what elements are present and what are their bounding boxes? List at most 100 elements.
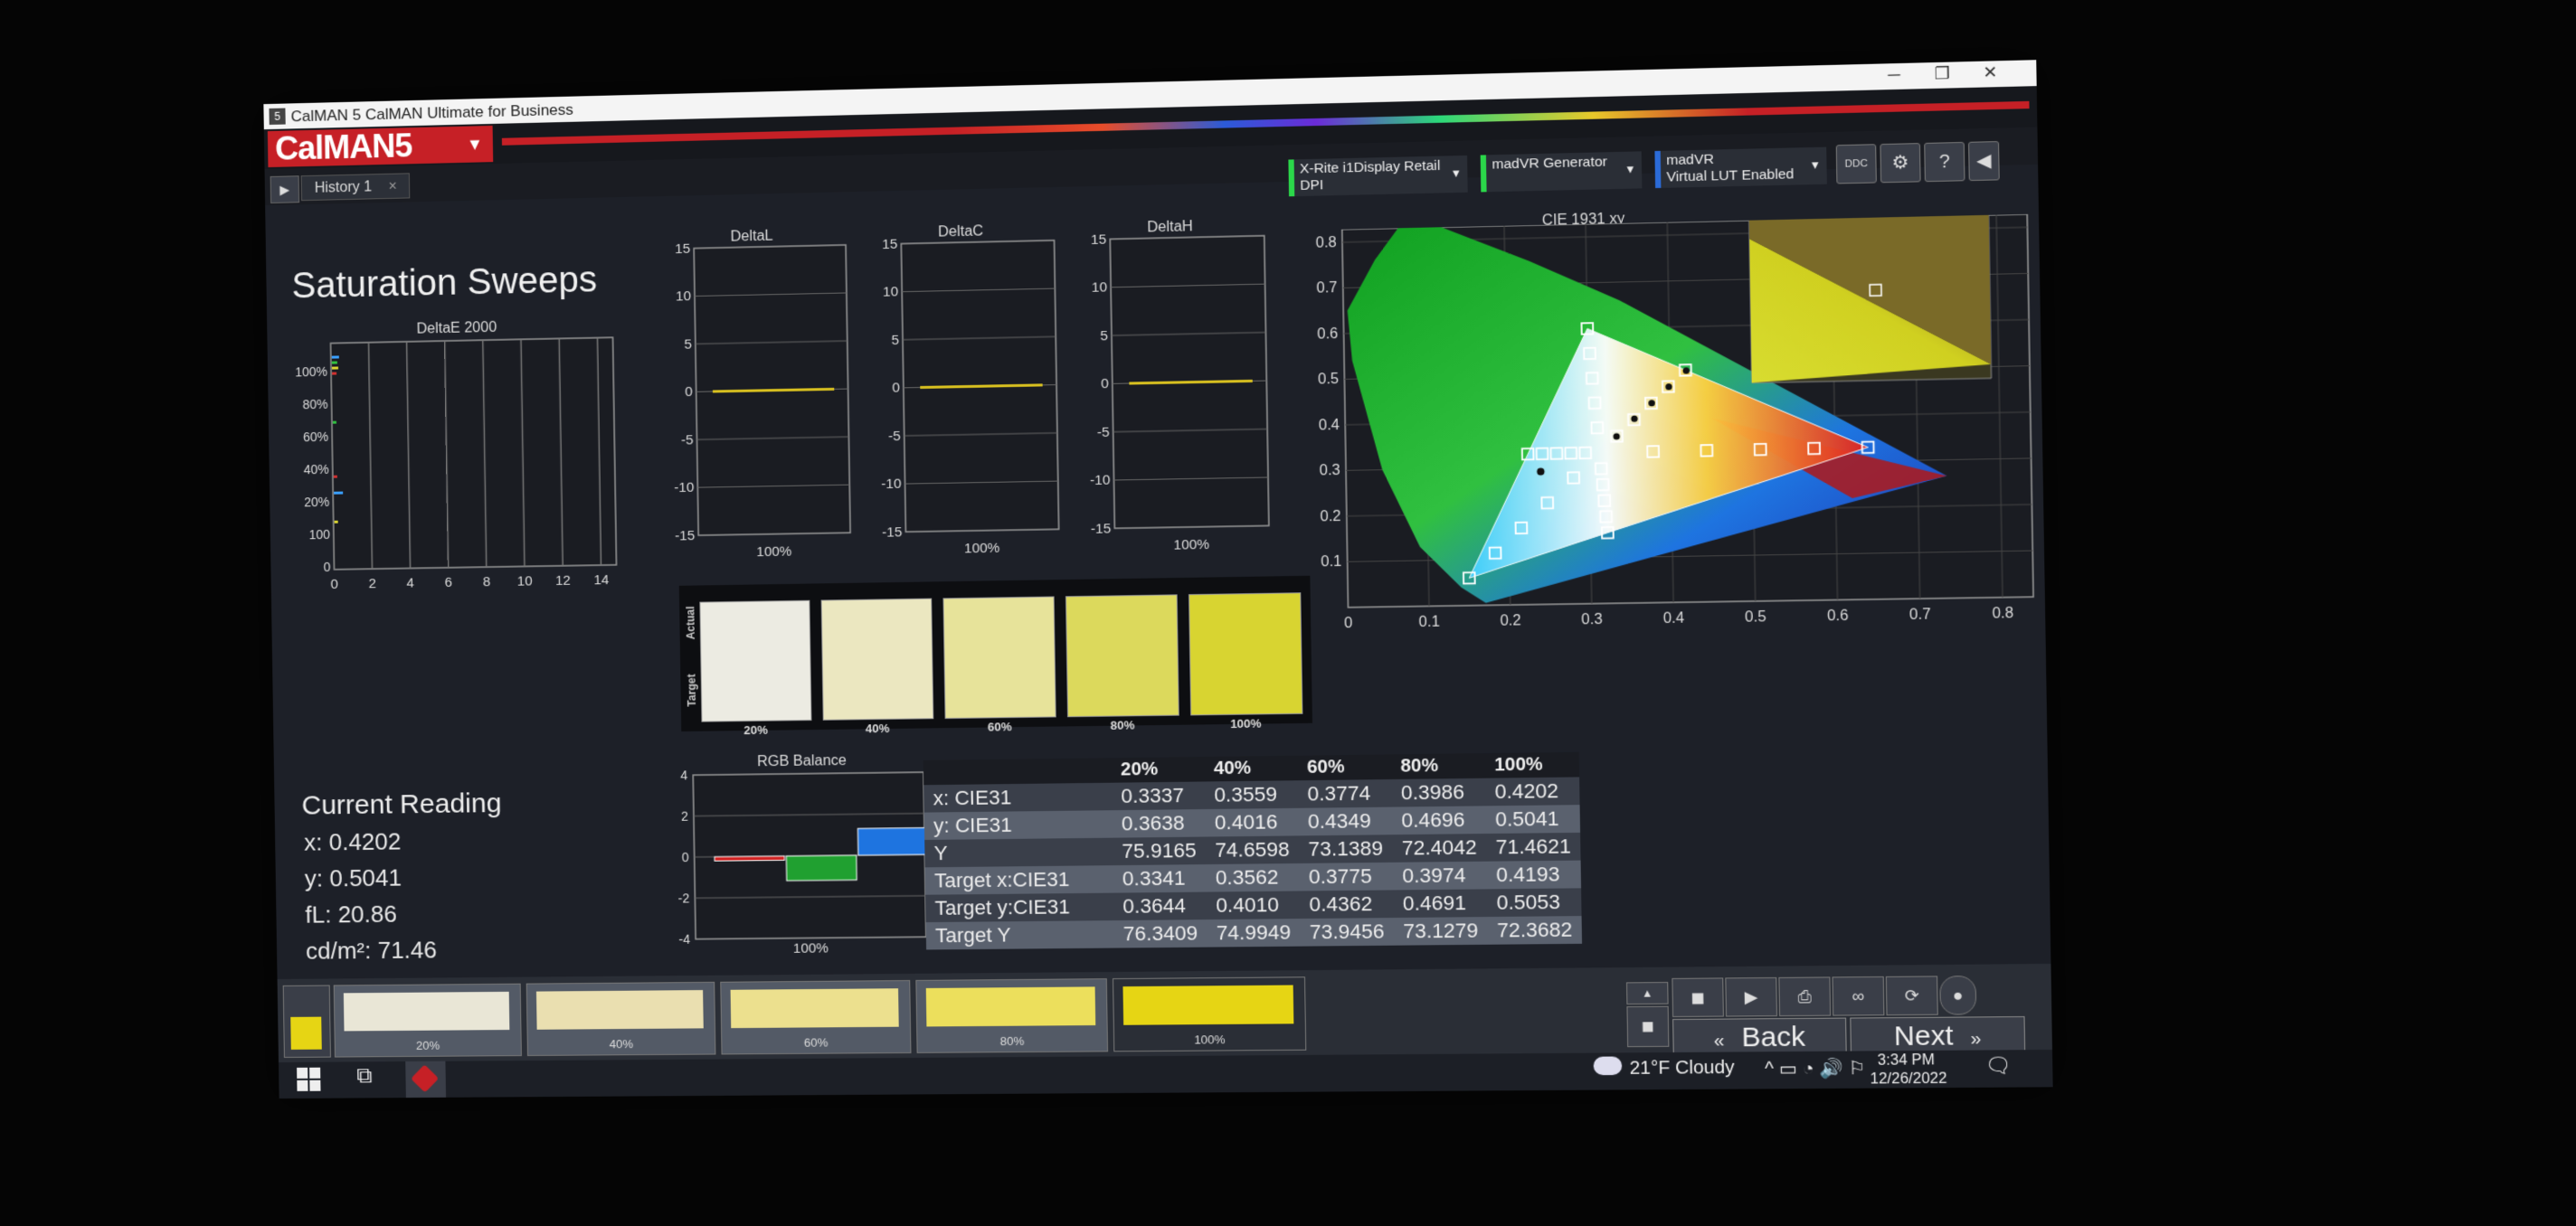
table-cell: 0.4202 [1484,777,1580,806]
table-cell: 0.3986 [1391,778,1486,807]
table-cell: 0.4016 [1205,807,1299,837]
close-button[interactable]: ✕ [1969,62,2012,86]
delta-y-tick: 15 [882,237,897,253]
cie-y-tick: 0.8 [1316,235,1337,251]
notifications-icon[interactable]: 🗨 [1985,1053,2012,1078]
swatch-label: 60% [803,1035,829,1050]
delta-chart-deltac: 15 10 5 0 -5 -10 -15 100% [881,237,1065,556]
continuous-read-icon[interactable]: ∞ [1832,976,1885,1016]
task-view-icon[interactable]: ⧉ [356,1063,373,1089]
delta-y-tick: 10 [883,285,898,301]
double-left-icon: « [1713,1030,1725,1052]
record-icon[interactable]: ● [1939,976,1977,1015]
logo-text: CalMAN5 [274,127,412,167]
table-body: x: CIE31 0.3337 0.3559 0.3774 0.3986 0.4202 y:… [923,777,1583,950]
delta-y-tick: -10 [1090,473,1111,489]
tab-close-icon[interactable]: × [388,179,397,194]
table-cell: 0.4193 [1486,860,1582,890]
deltae-x-tick: 8 [483,574,491,589]
table-cell: 0.3562 [1206,863,1300,892]
stop-icon[interactable]: ■ [1626,1005,1670,1048]
deltae-plot-area [331,337,617,570]
swatch-20%[interactable]: 20% [333,983,522,1058]
swatch-40%[interactable]: 40% [526,981,716,1057]
swatch-80%[interactable]: 80% [915,978,1109,1053]
patch-label: 80% [1110,718,1135,732]
table-cell: 0.3341 [1113,864,1207,893]
row-label: Y [924,837,1113,868]
table-cell: 71.4621 [1485,832,1581,862]
tab-history-1[interactable]: History 1 × [300,173,411,202]
swatch-60%[interactable]: 60% [720,979,912,1055]
deltae-x-labels: 0 2 4 6 8 10 12 14 [330,572,609,592]
color-patch [1189,592,1303,716]
table-cell: 72.3682 [1487,916,1583,945]
target-label: Target [685,674,699,707]
current-y: y: 0.5041 [304,863,402,892]
table-cell: 0.5041 [1485,805,1581,835]
table-cell: 0.3638 [1112,808,1206,838]
help-icon[interactable]: ? [1924,141,1965,183]
rgb-y-tick: 2 [681,809,688,824]
play-icon[interactable]: ▶ [270,175,300,203]
deltae-y-tick: 0 [324,560,331,574]
table-header-cell: 20% [1111,757,1205,783]
meter-selector[interactable]: X-Rite i1Display Retail DPI ▼ [1288,155,1468,197]
swatch-color [1122,985,1294,1025]
up-arrow-icon[interactable]: ▲ [1626,982,1669,1005]
windows-start-icon[interactable] [297,1067,321,1091]
calman-logo-menu[interactable]: CalMAN5 ▼ [267,125,494,168]
current-color-chip [290,1016,322,1050]
table-cell: 73.1279 [1393,917,1488,946]
delta-charts-row: DeltaL 15 10 5 0 -5 -10 -15 100% DeltaC 15 10 5 0 -5 -1… [666,217,1302,586]
table-cell: 0.4010 [1206,891,1301,920]
swatch-color [925,986,1096,1027]
current-color-swatch[interactable] [282,985,331,1058]
delta-y-tick: -10 [674,480,694,496]
cie-x-tick: 0.3 [1581,612,1603,628]
cie-x-tick: 0 [1344,616,1353,631]
cie-chart: 0 0.1 0.2 0.3 0.4 0.5 0.6 0.7 0.8 0.80.70.60.50.… [1316,213,2053,631]
tab-label: History 1 [314,179,373,196]
table-cell: 0.4696 [1391,806,1486,835]
cie-y-tick: 0.6 [1317,326,1338,343]
maximize-button[interactable]: ❐ [1921,63,1964,87]
play-measure-icon[interactable]: ▶ [1725,976,1777,1017]
delta-y-tick: 5 [891,333,899,348]
page-title: Saturation Sweeps [291,259,598,306]
system-tray-icons[interactable]: ^ ▭ ◔ 🔊 ⚐ [1765,1057,1866,1080]
table-header-cell: 60% [1297,754,1392,781]
delta-y-tick: -5 [1097,425,1110,441]
clock-time[interactable]: 3:34 PM [1878,1052,1935,1070]
deltae-x-tick: 12 [555,573,571,589]
actual-label: Actual [684,606,698,640]
current-cdm2: cd/m²: 71.46 [305,936,438,965]
swatch-100%[interactable]: 100% [1112,976,1307,1052]
weather-text[interactable]: 21°F Cloudy [1629,1058,1734,1080]
collapse-panel-icon[interactable]: ◀ [1968,141,2000,182]
delta-y-tick: 0 [1101,376,1109,391]
patch-label: 100% [1230,716,1262,731]
refresh-icon[interactable]: ⟳ [1885,976,1938,1016]
back-label: Back [1741,1022,1806,1053]
display-selector[interactable]: madVR Virtual LUT Enabled ▼ [1654,146,1827,189]
read-series-icon[interactable]: ⎙ [1778,976,1832,1017]
rgb-y-labels: 4 2 0 -2 -4 [678,768,691,947]
settings-gear-icon[interactable]: ⚙ [1880,143,1921,184]
ddc-button[interactable]: DDC [1835,144,1877,184]
generator-selector[interactable]: madVR Generator ▼ [1480,151,1643,193]
table-cell: 0.3337 [1111,781,1206,811]
deltae-bar [331,354,339,359]
calman-taskbar-icon[interactable] [405,1061,447,1099]
deltae-x-tick: 2 [368,576,376,591]
delta-y-tick: 10 [676,289,691,305]
cie-y-tick: 0.3 [1320,463,1340,479]
stop-measure-icon[interactable]: ◼ [1672,977,1724,1017]
deltae-bar [331,365,338,370]
swatch-label: 80% [999,1033,1025,1049]
table-cell: 0.4362 [1299,890,1394,920]
clock-date[interactable]: 12/26/2022 [1870,1070,1946,1088]
minimize-button[interactable]: ─ [1873,65,1916,89]
table-cell: 75.9165 [1112,836,1207,866]
cie-y-tick: 0.2 [1320,509,1340,525]
